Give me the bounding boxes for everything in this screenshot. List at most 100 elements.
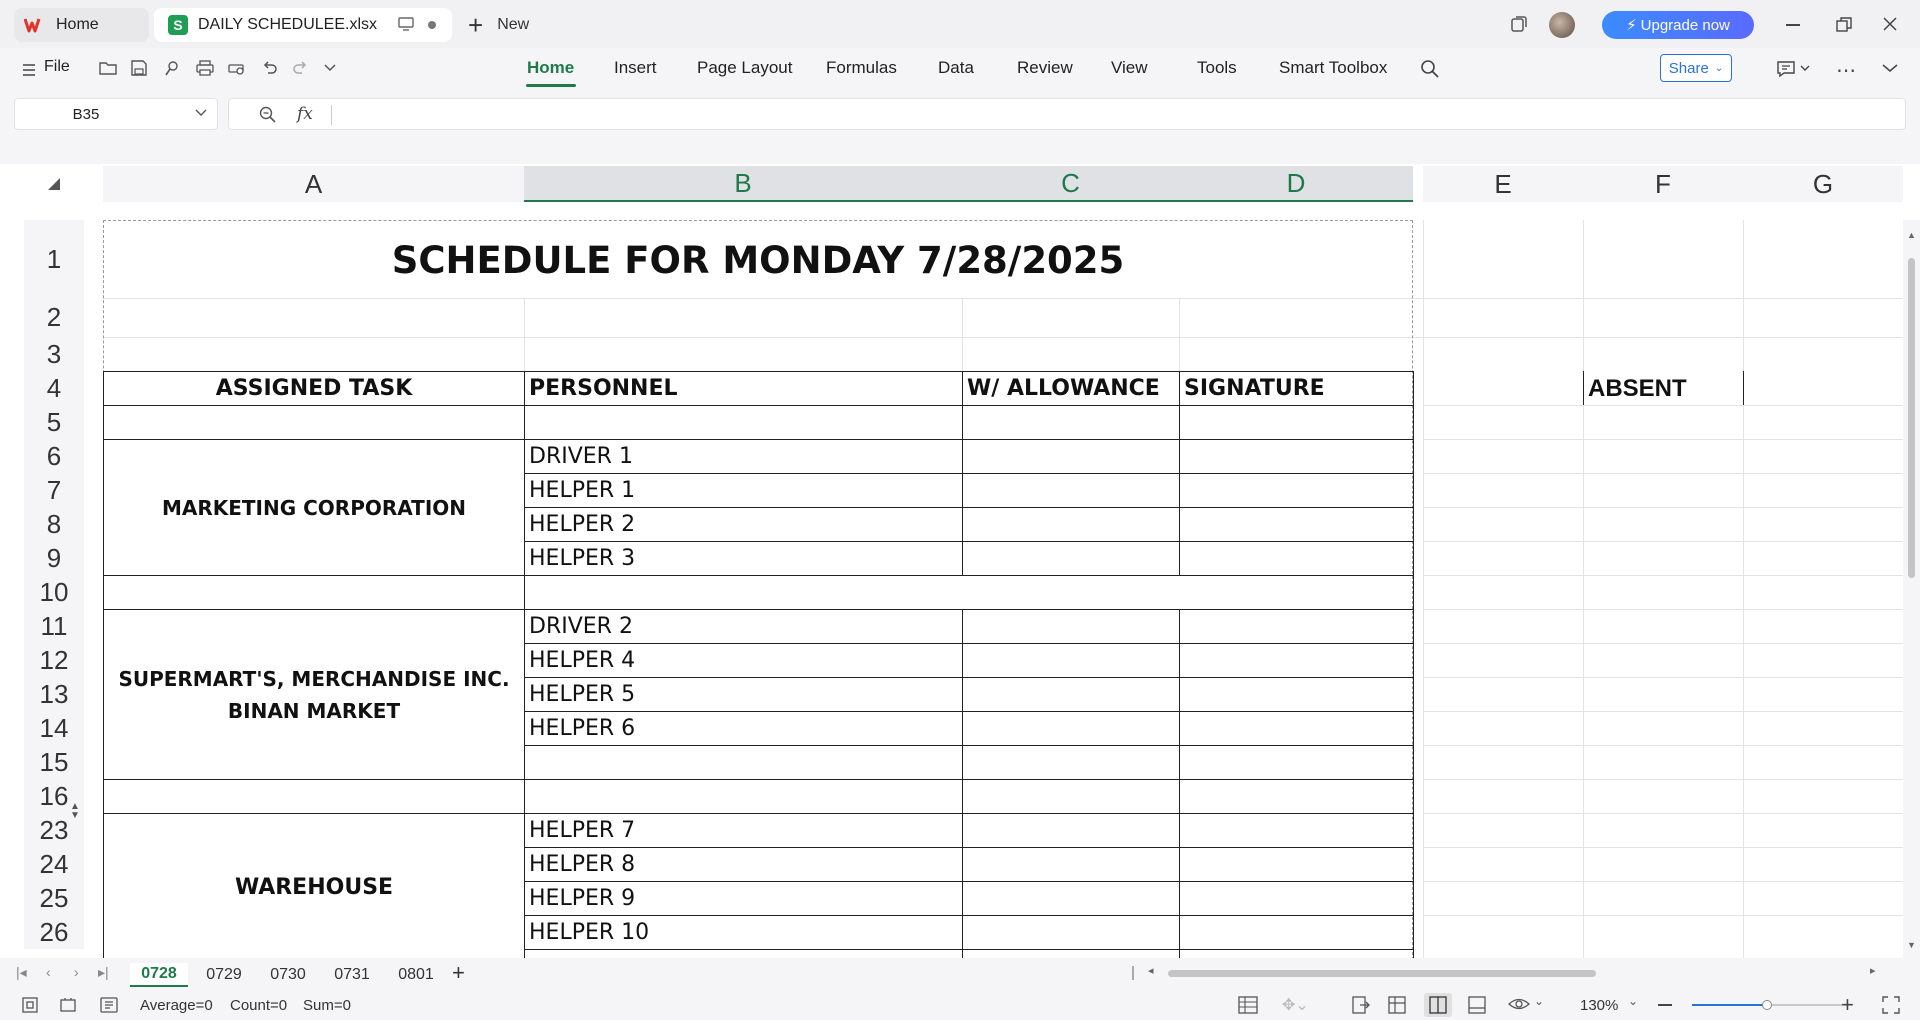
zoom-level[interactable]: 130% bbox=[1580, 997, 1618, 1014]
screen-icon[interactable] bbox=[398, 17, 414, 31]
function-icon[interactable]: fx bbox=[297, 104, 313, 124]
table-style-icon[interactable] bbox=[1238, 996, 1258, 1014]
add-sheet-icon[interactable]: + bbox=[452, 960, 465, 986]
menu-insert[interactable]: Insert bbox=[614, 58, 657, 78]
print-icon[interactable] bbox=[196, 60, 214, 76]
chevron-down-icon[interactable] bbox=[324, 62, 336, 72]
record-icon[interactable] bbox=[60, 997, 78, 1013]
last-sheet-icon[interactable]: ▸| bbox=[98, 964, 109, 981]
row-header[interactable]: 5 bbox=[24, 405, 84, 439]
personnel-cell[interactable]: HELPER 1 bbox=[529, 474, 959, 507]
personnel-cell[interactable]: DRIVER 2 bbox=[529, 610, 959, 643]
scroll-up-icon[interactable]: ▲ bbox=[1907, 230, 1916, 240]
header-signature[interactable]: SIGNATURE bbox=[1184, 372, 1410, 405]
page-layout-view-icon[interactable] bbox=[1468, 996, 1486, 1014]
collapse-ribbon-icon[interactable] bbox=[1882, 63, 1898, 73]
menu-smart-toolbox[interactable]: Smart Toolbox bbox=[1279, 58, 1387, 78]
menu-formulas[interactable]: Formulas bbox=[826, 58, 897, 78]
scroll-down-icon[interactable]: ▼ bbox=[1907, 940, 1916, 950]
task-cell[interactable]: MARKETING CORPORATION bbox=[104, 440, 524, 575]
page-break-view-icon[interactable] bbox=[1424, 993, 1452, 1017]
menu-home[interactable]: Home bbox=[527, 58, 574, 78]
more-options-icon[interactable]: ⋯ bbox=[1836, 58, 1856, 83]
row-header[interactable]: 10 bbox=[24, 575, 84, 609]
undo-icon[interactable] bbox=[262, 60, 278, 76]
chevron-down-icon[interactable] bbox=[1800, 64, 1810, 72]
tab-home[interactable]: Home bbox=[14, 8, 149, 42]
row-header[interactable]: 6 bbox=[24, 439, 84, 473]
open-folder-icon[interactable] bbox=[99, 60, 117, 76]
menu-view[interactable]: View bbox=[1111, 58, 1148, 78]
row-header[interactable]: 13 bbox=[24, 677, 84, 711]
menu-review[interactable]: Review bbox=[1017, 58, 1073, 78]
personnel-cell[interactable]: HELPER 3 bbox=[529, 542, 959, 575]
chevron-down-icon[interactable]: ⌄ bbox=[1534, 994, 1544, 1008]
comment-icon[interactable] bbox=[1776, 60, 1796, 78]
row-header[interactable]: 1 bbox=[24, 220, 84, 298]
absent-label[interactable]: ABSENT bbox=[1588, 372, 1740, 405]
zoom-slider[interactable] bbox=[1692, 1000, 1842, 1010]
search-icon[interactable] bbox=[1420, 59, 1440, 79]
scroll-left-icon[interactable]: ◂ bbox=[1148, 964, 1154, 977]
row-header[interactable]: 15 bbox=[24, 745, 84, 779]
personnel-cell[interactable]: HELPER 9 bbox=[529, 882, 959, 915]
eye-icon[interactable] bbox=[1508, 996, 1530, 1012]
redo-icon[interactable] bbox=[292, 60, 308, 76]
row-header[interactable]: 24 bbox=[24, 847, 84, 881]
row-header[interactable]: 4 bbox=[24, 371, 84, 405]
unsaved-dot-icon[interactable] bbox=[428, 21, 436, 29]
menu-page-layout[interactable]: Page Layout bbox=[697, 58, 792, 78]
personnel-cell[interactable]: HELPER 5 bbox=[529, 678, 959, 711]
minimize-icon[interactable] bbox=[1786, 24, 1800, 26]
sheet-tab-0731[interactable]: 0731 bbox=[324, 963, 380, 987]
new-tab-button[interactable]: + New bbox=[468, 12, 529, 38]
zoom-out-icon[interactable] bbox=[1658, 1004, 1672, 1006]
share-button[interactable]: Share ⌄ bbox=[1660, 54, 1732, 82]
column-header-b[interactable]: B bbox=[524, 166, 962, 202]
column-header-e[interactable]: E bbox=[1423, 166, 1583, 202]
close-icon[interactable] bbox=[1882, 16, 1898, 32]
notes-icon[interactable] bbox=[100, 997, 118, 1013]
upgrade-button[interactable]: ⚡ Upgrade now bbox=[1602, 11, 1754, 39]
move-icon[interactable]: ✥⌄ bbox=[1282, 995, 1309, 1015]
task-cell[interactable]: WAREHOUSE bbox=[104, 814, 524, 960]
horizontal-scroll-thumb[interactable] bbox=[1168, 970, 1596, 977]
menu-tools[interactable]: Tools bbox=[1197, 58, 1237, 78]
formula-bar[interactable]: fx bbox=[228, 98, 1906, 130]
sheet-tab-0728[interactable]: 0728 bbox=[130, 963, 188, 987]
column-header-d[interactable]: D bbox=[1179, 166, 1413, 202]
name-box[interactable]: B35 bbox=[14, 98, 218, 130]
row-header[interactable]: 8 bbox=[24, 507, 84, 541]
row-header[interactable]: 26 bbox=[24, 915, 84, 949]
first-sheet-icon[interactable]: |◂ bbox=[16, 964, 27, 981]
column-header-a[interactable]: A bbox=[103, 166, 524, 202]
row-header[interactable]: 14 bbox=[24, 711, 84, 745]
normal-view-icon[interactable] bbox=[1388, 996, 1406, 1014]
task-cell[interactable]: SUPERMART'S, MERCHANDISE INC. BINAN MARK… bbox=[104, 610, 524, 779]
personnel-cell[interactable]: HELPER 8 bbox=[529, 848, 959, 881]
column-header-f[interactable]: F bbox=[1583, 166, 1743, 202]
vertical-scroll-thumb[interactable] bbox=[1908, 258, 1915, 578]
column-header-c[interactable]: C bbox=[962, 166, 1179, 202]
header-assigned-task[interactable]: ASSIGNED TASK bbox=[104, 372, 524, 405]
row-header[interactable]: 3 bbox=[24, 337, 84, 371]
sheet-tab-0801[interactable]: 0801 bbox=[388, 963, 444, 987]
row-header[interactable]: 25 bbox=[24, 881, 84, 915]
sheet-tab-0730[interactable]: 0730 bbox=[260, 963, 316, 987]
row-header[interactable]: 11 bbox=[24, 609, 84, 643]
tab-file[interactable]: S DAILY SCHEDULEE.xlsx bbox=[154, 8, 452, 42]
restore-icon[interactable] bbox=[1836, 17, 1852, 33]
avatar[interactable] bbox=[1549, 12, 1575, 38]
row-header[interactable]: 9 bbox=[24, 541, 84, 575]
window-list-icon[interactable] bbox=[1510, 15, 1528, 33]
sheet-title[interactable]: SCHEDULE FOR MONDAY 7/28/2025 bbox=[103, 224, 1413, 296]
fullscreen-icon[interactable] bbox=[1882, 996, 1900, 1014]
menu-file[interactable]: File bbox=[44, 58, 70, 76]
group-toggle-icon[interactable]: ▲ ▼ bbox=[70, 802, 80, 821]
next-sheet-icon[interactable]: › bbox=[74, 964, 79, 980]
zoom-slider-thumb[interactable] bbox=[1762, 1000, 1772, 1010]
column-header-g[interactable]: G bbox=[1743, 166, 1903, 202]
hamburger-icon[interactable] bbox=[22, 64, 36, 76]
scroll-right-icon[interactable]: ▸ bbox=[1870, 964, 1876, 977]
personnel-cell[interactable]: HELPER 6 bbox=[529, 712, 959, 745]
